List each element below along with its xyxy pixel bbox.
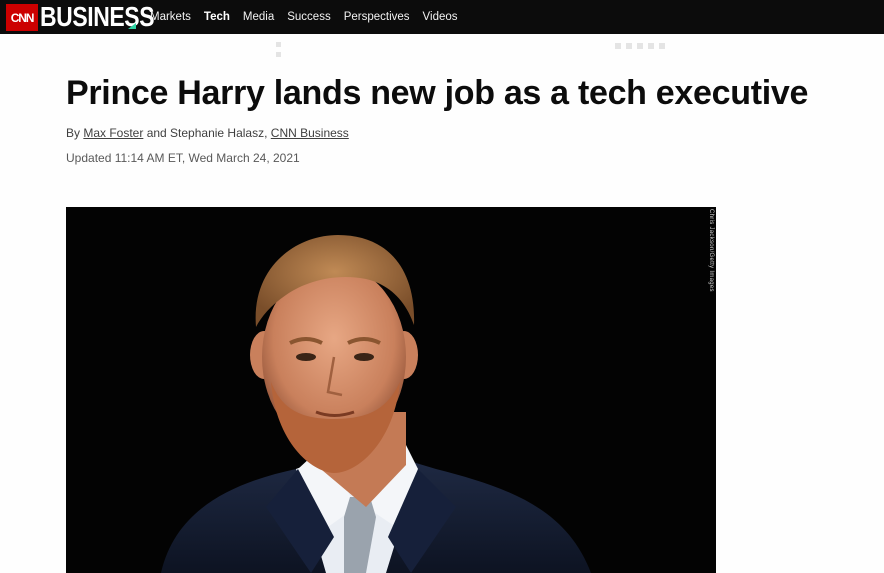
article-timestamp: Updated 11:14 AM ET, Wed March 24, 2021 <box>66 151 300 165</box>
top-navigation-bar: CNN BUSINESS Markets Tech Media Success … <box>0 0 884 34</box>
byline-middle: and Stephanie Halasz, <box>143 126 271 140</box>
business-section-logo[interactable]: BUSINESS <box>40 1 155 32</box>
nav-item-tech[interactable]: Tech <box>204 11 230 23</box>
nav-item-media[interactable]: Media <box>243 11 274 23</box>
prince-harry-portrait <box>161 235 591 573</box>
byline-prefix: By <box>66 126 84 140</box>
nav-item-success[interactable]: Success <box>287 11 330 23</box>
logo-accent-triangle <box>128 23 136 29</box>
hero-image[interactable]: Chris Jackson/Getty Images <box>66 207 716 573</box>
nav-item-markets[interactable]: Markets <box>150 11 191 23</box>
author-link-max-foster[interactable]: Max Foster <box>83 126 143 140</box>
nav-item-videos[interactable]: Videos <box>423 11 458 23</box>
article-headline: Prince Harry lands new job as a tech exe… <box>66 74 809 112</box>
ad-placeholder-left <box>276 42 281 62</box>
section-nav: Markets Tech Media Success Perspectives … <box>150 0 471 34</box>
cnn-logo[interactable]: CNN <box>6 4 38 31</box>
ad-placeholder-right <box>615 43 670 49</box>
outlet-link-cnn-business[interactable]: CNN Business <box>271 126 349 140</box>
nav-item-perspectives[interactable]: Perspectives <box>344 11 410 23</box>
article-byline: By Max Foster and Stephanie Halasz, CNN … <box>66 126 349 140</box>
photo-credit: Chris Jackson/Getty Images <box>708 209 714 292</box>
